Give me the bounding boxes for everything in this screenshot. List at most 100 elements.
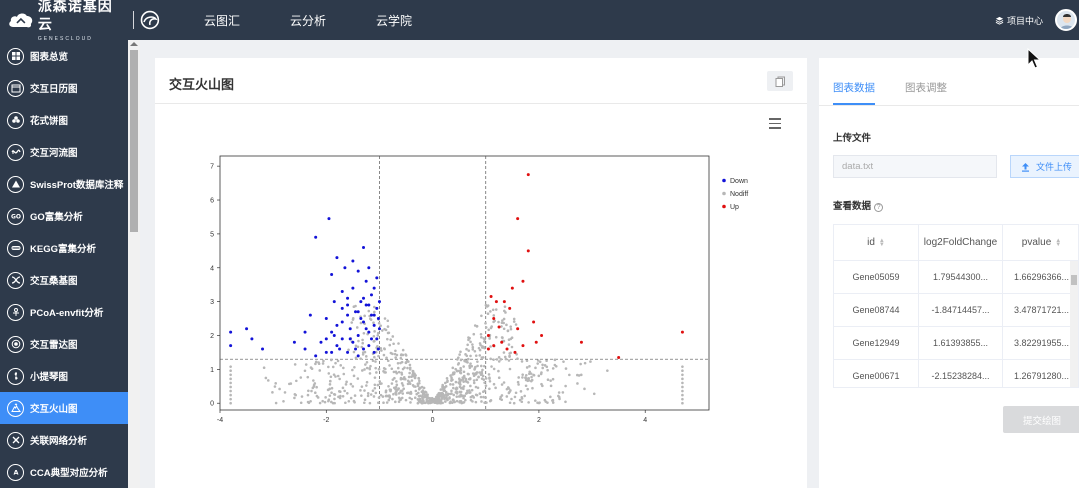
nodiff-point	[383, 347, 386, 350]
nodiff-point	[465, 360, 468, 364]
nodiff-point	[452, 398, 455, 401]
tab-chart-data[interactable]: 图表数据	[833, 80, 875, 105]
copy-button[interactable]	[767, 71, 793, 91]
table-row[interactable]: Gene12949 1.61393855... 3.82291955...	[834, 327, 1078, 360]
nodiff-point	[399, 356, 403, 360]
tab-chart-adjust[interactable]: 图表调整	[905, 80, 947, 105]
nodiff-point	[368, 367, 372, 371]
sidebar-item[interactable]: 交互日历图	[0, 72, 128, 104]
sidebar-item[interactable]: 关联网络分析	[0, 424, 128, 456]
nodiff-point	[473, 349, 477, 353]
avatar[interactable]	[1055, 9, 1077, 31]
view-data-label: 查看数据	[833, 201, 872, 212]
down-point	[332, 333, 336, 337]
nodiff-point	[478, 342, 482, 345]
project-center-link[interactable]: 项目中心	[995, 14, 1043, 27]
table-row[interactable]: Gene00671 -2.15238284... 1.26791280...	[834, 360, 1078, 387]
sidebar-item[interactable]: KEGG富集分析	[0, 232, 128, 264]
sidebar-item[interactable]: 交互雷达图	[0, 328, 128, 360]
sidebar-item[interactable]: 花式饼图	[0, 104, 128, 136]
nodiff-point	[464, 379, 467, 383]
column-header-id[interactable]: id ▲ ▼	[834, 225, 918, 260]
sidebar-item[interactable]: 交互河流图	[0, 136, 128, 168]
nodiff-point	[397, 342, 400, 345]
nodiff-point	[274, 382, 277, 385]
nodiff-point	[331, 365, 335, 369]
violin-icon	[7, 367, 24, 385]
nodiff-point	[469, 354, 472, 358]
down-point	[362, 320, 366, 324]
logo[interactable]: 派森诺基因云 GENESCLOUD	[0, 0, 160, 42]
view-data-section: 查看数据?	[833, 198, 884, 212]
nodiff-point	[386, 319, 390, 323]
nodiff-point	[229, 393, 232, 397]
nodiff-point	[475, 378, 479, 382]
nodiff-point	[487, 328, 490, 332]
nodiff-point	[379, 324, 383, 328]
sidebar-scroll-thumb[interactable]	[130, 50, 138, 232]
chart-menu-icon[interactable]	[769, 118, 781, 129]
nav-item-academy[interactable]: 云学院	[376, 12, 412, 29]
table-scroll-thumb[interactable]	[1071, 275, 1077, 285]
nodiff-point	[392, 392, 395, 396]
table-scrollbar[interactable]	[1070, 261, 1078, 387]
nodiff-point	[401, 392, 405, 395]
nodiff-point	[497, 320, 500, 324]
down-point	[314, 235, 318, 239]
nodiff-point	[344, 401, 347, 405]
y-tick-label: 5	[210, 231, 214, 238]
sidebar-item[interactable]: GO GO富集分析	[0, 200, 128, 232]
nodiff-point	[359, 321, 363, 325]
down-point	[364, 279, 368, 283]
sidebar-scrollbar[interactable]	[128, 40, 140, 488]
sidebar-item[interactable]: 交互桑基图	[0, 264, 128, 296]
down-point	[362, 245, 366, 249]
nodiff-point	[390, 367, 394, 371]
nodiff-point	[444, 381, 447, 385]
down-point	[346, 303, 350, 307]
column-header-pvalue[interactable]: pvalue ▲ ▼	[1002, 225, 1078, 260]
table-row[interactable]: Gene08744 -1.84714457... 3.47871721...	[834, 294, 1078, 327]
nodiff-point	[363, 314, 366, 318]
nodiff-point	[312, 385, 316, 388]
nodiff-point	[681, 377, 684, 381]
sidebar-item[interactable]: 图表总览	[0, 40, 128, 72]
nodiff-point	[366, 394, 370, 398]
nodiff-point	[229, 381, 232, 385]
file-name-input[interactable]: data.txt	[833, 155, 997, 178]
nodiff-point	[327, 365, 330, 369]
nodiff-point	[415, 392, 419, 396]
nodiff-point	[369, 393, 373, 396]
sort-icon[interactable]: ▲ ▼	[879, 238, 885, 248]
table-row[interactable]: Gene05059 1.79544300... 1.66296366...	[834, 261, 1078, 294]
nodiff-point	[479, 333, 483, 336]
upload-file-button[interactable]: 文件上传	[1010, 155, 1079, 178]
column-header-log2fc[interactable]: log2FoldChange	[918, 225, 1002, 260]
nodiff-point	[476, 364, 479, 368]
network-icon	[7, 431, 24, 449]
nodiff-point	[369, 318, 373, 321]
sidebar-item[interactable]: SwissProt数据库注释	[0, 168, 128, 200]
help-icon[interactable]: ?	[874, 203, 884, 212]
nodiff-point	[384, 389, 388, 392]
nodiff-point	[501, 336, 504, 340]
sidebar-item[interactable]: 小提琴图	[0, 360, 128, 392]
nodiff-point	[414, 374, 417, 377]
nodiff-point	[524, 374, 528, 377]
nodiff-point	[385, 356, 388, 360]
nodiff-point	[558, 397, 561, 401]
nodiff-point	[360, 394, 363, 397]
nodiff-point	[459, 386, 463, 390]
sort-icon[interactable]: ▲ ▼	[1055, 238, 1061, 248]
sidebar-item[interactable]: 交互火山图	[0, 392, 128, 424]
scroll-up-arrow-icon[interactable]	[130, 42, 138, 46]
nodiff-point	[416, 382, 420, 385]
nav-item-tuhui[interactable]: 云图汇	[204, 12, 240, 29]
nav-item-analysis[interactable]: 云分析	[290, 12, 326, 29]
nodiff-point	[514, 391, 518, 395]
sidebar-item[interactable]: A CCA典型对应分析	[0, 456, 128, 488]
nodiff-point	[524, 384, 528, 388]
submit-plot-button[interactable]: 提交绘图	[1003, 406, 1079, 433]
nodiff-point	[467, 372, 470, 376]
sidebar-item[interactable]: PCoA-envfit分析	[0, 296, 128, 328]
